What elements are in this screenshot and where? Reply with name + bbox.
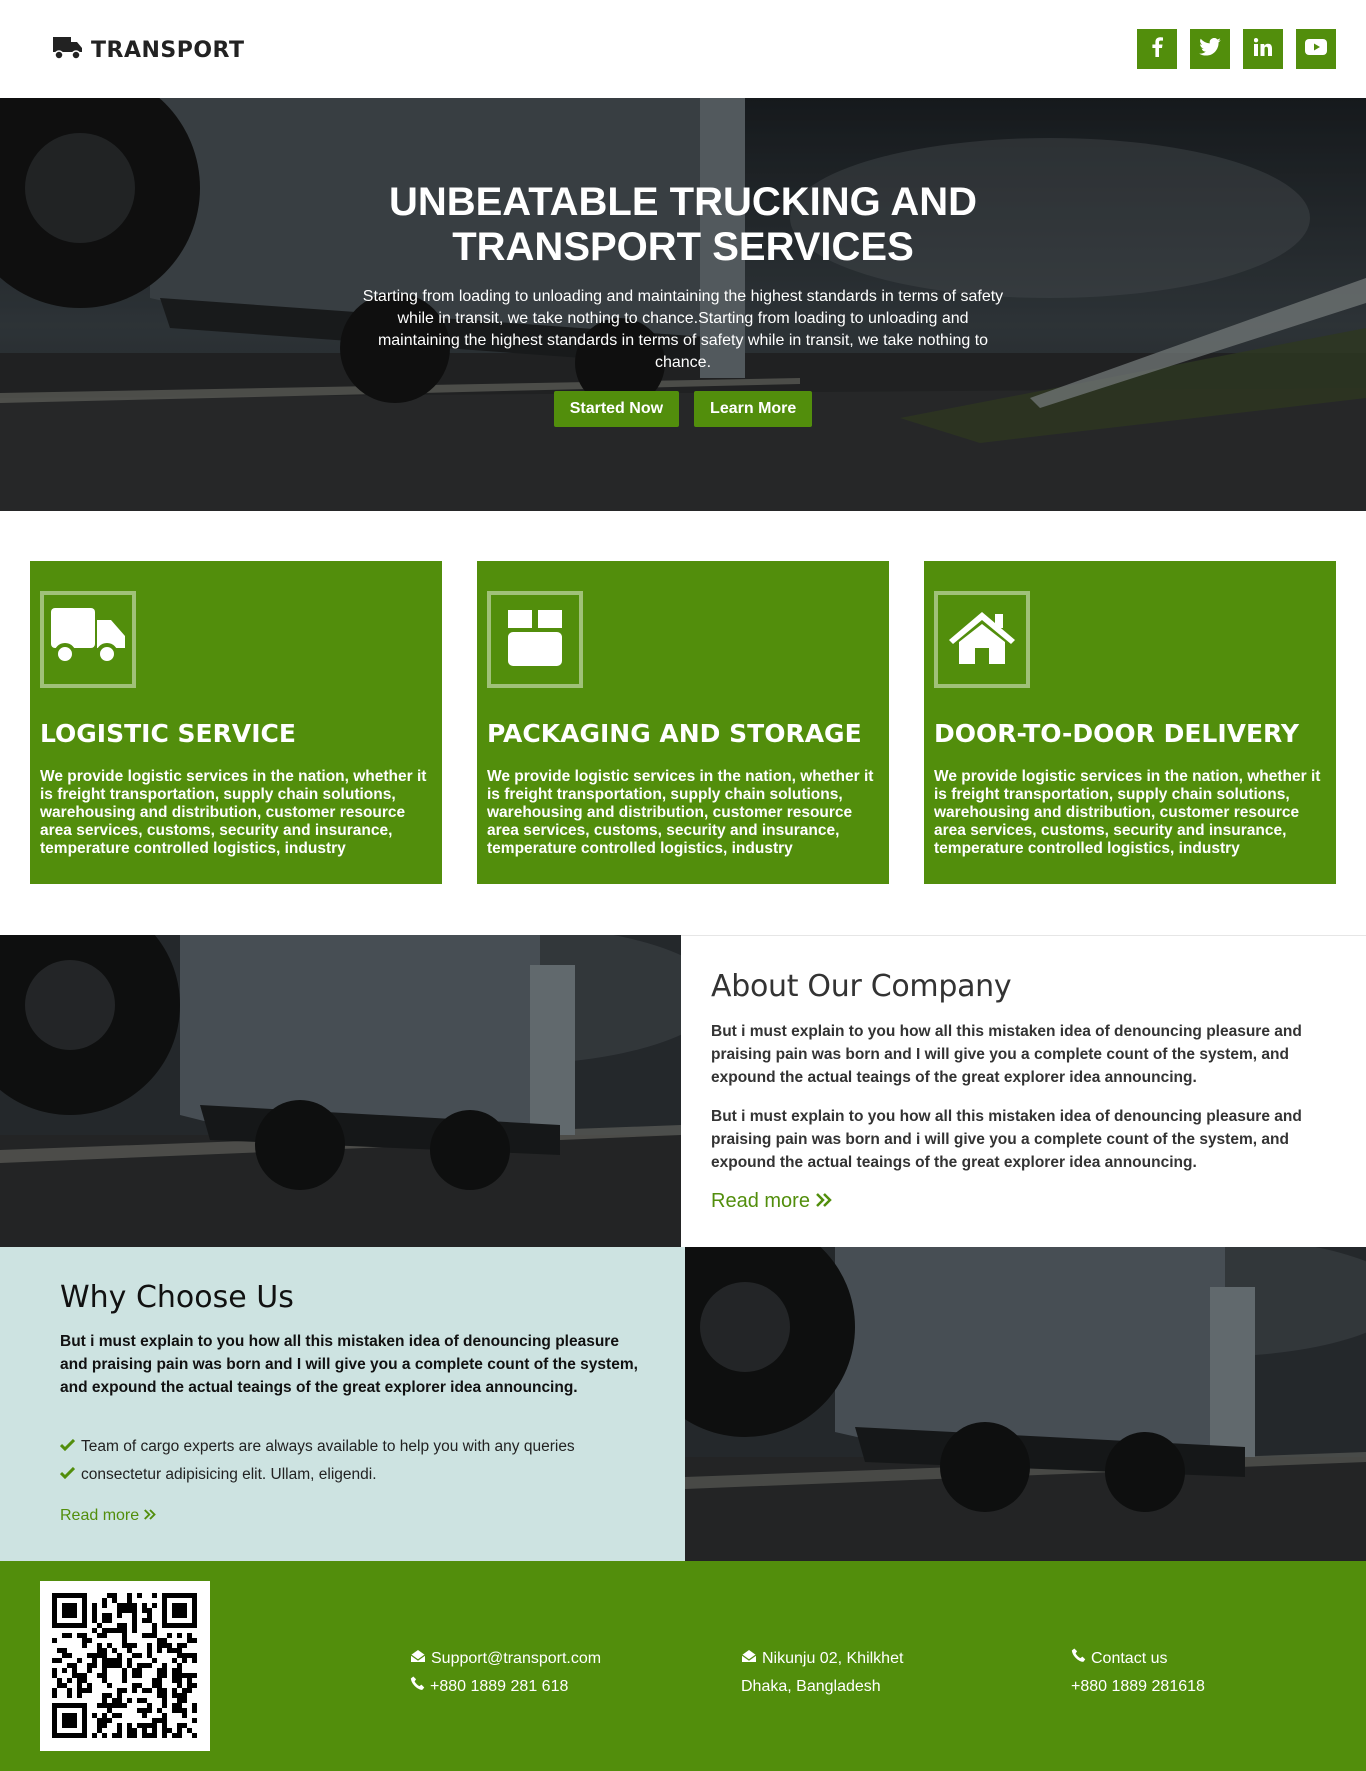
- footer-address-line1: Nikunju 02, Khilkhet: [762, 1650, 904, 1667]
- service-description: We provide logistic services in the nati…: [487, 768, 874, 857]
- why-title: Why Choose Us: [60, 1280, 294, 1315]
- twitter-icon: [1199, 37, 1221, 61]
- youtube-icon: [1305, 38, 1327, 60]
- service-card-door-to-door: DOOR-TO-DOOR DELIVERY We provide logisti…: [924, 561, 1336, 884]
- youtube-button[interactable]: [1296, 29, 1336, 69]
- footer-contact-column: Support@transport.com +880 1889 281 618: [410, 1645, 601, 1701]
- truck-icon: [51, 35, 83, 66]
- twitter-button[interactable]: [1190, 29, 1230, 69]
- why-choose-us-section: Why Choose Us But i must explain to you …: [0, 1247, 685, 1561]
- logo-text: TRANSPORT: [91, 38, 245, 63]
- double-chevron-right-icon: [816, 1190, 832, 1213]
- phone-icon: [410, 1673, 425, 1701]
- box-icon: [504, 606, 566, 673]
- facebook-button[interactable]: [1137, 29, 1177, 69]
- why-list: Team of cargo experts are always availab…: [59, 1433, 575, 1489]
- footer-phone-row[interactable]: +880 1889 281 618: [410, 1673, 601, 1701]
- list-item: consectetur adipisicing elit. Ullam, eli…: [59, 1461, 575, 1489]
- logo[interactable]: TRANSPORT: [51, 35, 245, 66]
- about-paragraph-1: But i must explain to you how all this m…: [711, 1023, 1302, 1086]
- about-image: [0, 935, 681, 1247]
- about-read-more-link[interactable]: Read more: [711, 1190, 832, 1213]
- service-icon-frame: [934, 591, 1030, 688]
- footer-address-row: Nikunju 02, Khilkhet: [741, 1645, 903, 1673]
- linkedin-button[interactable]: [1243, 29, 1283, 69]
- check-icon: [59, 1466, 76, 1484]
- service-card-packaging: PACKAGING AND STORAGE We provide logisti…: [477, 561, 889, 884]
- footer-contact-label: Contact us: [1091, 1650, 1168, 1667]
- truck-icon: [49, 606, 127, 673]
- footer-email-row[interactable]: Support@transport.com: [410, 1645, 601, 1673]
- services-section: LOGISTIC SERVICE We provide logistic ser…: [30, 561, 1336, 884]
- service-title: DOOR-TO-DOOR DELIVERY: [934, 719, 1300, 748]
- hero-title-line2: TRANSPORT SERVICES: [452, 225, 914, 269]
- service-icon-frame: [40, 591, 136, 688]
- check-icon: [59, 1438, 76, 1456]
- service-title: LOGISTIC SERVICE: [40, 719, 296, 748]
- home-icon: [947, 608, 1017, 671]
- service-description: We provide logistic services in the nati…: [40, 768, 427, 857]
- service-description: We provide logistic services in the nati…: [934, 768, 1321, 857]
- envelope-icon: [410, 1645, 426, 1673]
- hero-description: Starting from loading to unloading and m…: [362, 288, 1004, 371]
- facebook-icon: [1150, 36, 1164, 62]
- footer-email: Support@transport.com: [431, 1650, 602, 1667]
- learn-more-button[interactable]: Learn More: [694, 391, 813, 427]
- phone-icon: [1071, 1645, 1086, 1673]
- linkedin-icon: [1253, 37, 1272, 61]
- hero-content: UNBEATABLE TRUCKING AND TRANSPORT SERVIC…: [0, 98, 1366, 511]
- read-more-label: Read more: [711, 1190, 810, 1212]
- why-paragraph: But i must explain to you how all this m…: [60, 1333, 638, 1396]
- about-paragraph-2: But i must explain to you how all this m…: [711, 1108, 1302, 1171]
- footer-address-line2: Dhaka, Bangladesh: [741, 1678, 881, 1695]
- footer-phone: +880 1889 281 618: [430, 1678, 569, 1695]
- qr-code: [40, 1581, 210, 1751]
- site-header: TRANSPORT: [0, 0, 1366, 98]
- hero-title: UNBEATABLE TRUCKING AND TRANSPORT SERVIC…: [333, 180, 1033, 270]
- service-icon-frame: [487, 591, 583, 688]
- footer-contact-row[interactable]: Contact us: [1071, 1645, 1205, 1673]
- list-item-label: Team of cargo experts are always availab…: [81, 1438, 575, 1455]
- footer-address-column: Nikunju 02, Khilkhet Dhaka, Bangladesh: [741, 1645, 903, 1701]
- hero-buttons: Started Now Learn More: [0, 391, 1366, 427]
- list-item-label: consectetur adipisicing elit. Ullam, eli…: [81, 1466, 377, 1483]
- about-section: About Our Company But i must explain to …: [681, 935, 1366, 1247]
- read-more-label: Read more: [60, 1507, 140, 1524]
- service-card-logistic: LOGISTIC SERVICE We provide logistic ser…: [30, 561, 442, 884]
- site-footer: Support@transport.com +880 1889 281 618 …: [0, 1561, 1366, 1771]
- envelope-icon: [741, 1645, 757, 1673]
- started-now-button[interactable]: Started Now: [553, 391, 680, 427]
- hero-section: UNBEATABLE TRUCKING AND TRANSPORT SERVIC…: [0, 98, 1366, 511]
- footer-phone-2[interactable]: +880 1889 281618: [1071, 1673, 1205, 1701]
- footer-contact-us-column: Contact us +880 1889 281618: [1071, 1645, 1205, 1701]
- about-title: About Our Company: [711, 969, 1012, 1004]
- social-links: [1137, 29, 1336, 69]
- why-image: [685, 1247, 1366, 1561]
- list-item: Team of cargo experts are always availab…: [59, 1433, 575, 1461]
- hero-title-line1: UNBEATABLE TRUCKING AND: [388, 180, 978, 224]
- double-chevron-right-icon: [144, 1507, 156, 1525]
- service-title: PACKAGING AND STORAGE: [487, 719, 862, 748]
- why-read-more-link[interactable]: Read more: [60, 1507, 156, 1525]
